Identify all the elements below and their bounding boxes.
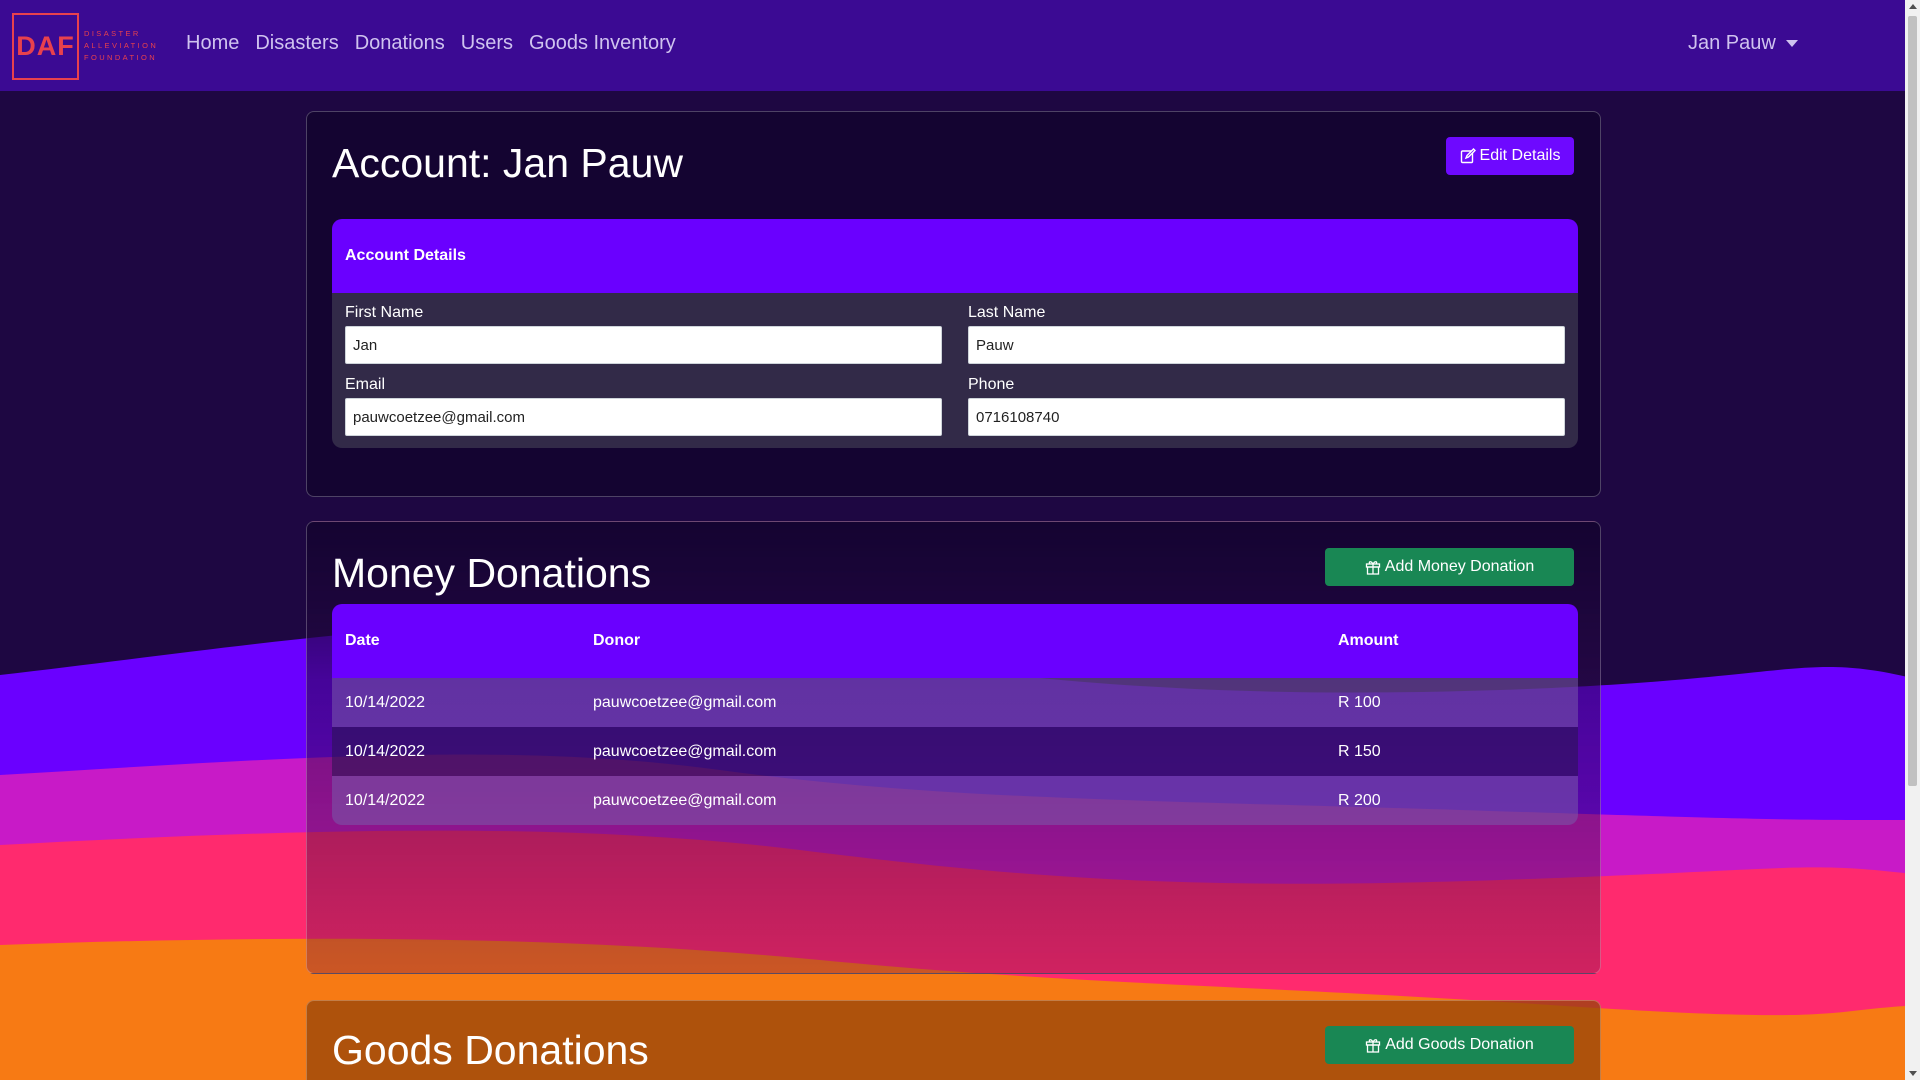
logo-word-2: ALLEVIATION — [84, 41, 159, 50]
nav-links: Home Disasters Donations Users Goods Inv… — [186, 32, 676, 55]
add-money-donation-label: Add Money Donation — [1384, 558, 1535, 575]
column-header-amount: Amount — [1325, 604, 1578, 678]
nav-link-users[interactable]: Users — [461, 32, 513, 55]
phone-input[interactable] — [968, 398, 1565, 436]
brand-logo[interactable]: DAF DISASTER ALLEVIATION FOUNDATION — [12, 12, 160, 80]
logo-letters: DAF — [12, 12, 79, 80]
nav-link-disasters[interactable]: Disasters — [255, 32, 338, 55]
table-row[interactable]: 10/14/2022 pauwcoetzee@gmail.com R 100 — [332, 678, 1578, 727]
edit-details-label: Edit Details — [1479, 147, 1561, 164]
cell-amount: R 150 — [1325, 727, 1578, 776]
account-card: Account: Jan Pauw Edit Details Account D… — [306, 111, 1601, 497]
first-name-input[interactable] — [345, 326, 942, 364]
table-row[interactable]: 10/14/2022 pauwcoetzee@gmail.com R 150 — [332, 727, 1578, 776]
last-name-group: Last Name — [968, 304, 1565, 364]
cell-donor: pauwcoetzee@gmail.com — [580, 678, 1325, 727]
table-row[interactable]: 10/14/2022 pauwcoetzee@gmail.com R 200 — [332, 776, 1578, 825]
logo-word-1: DISASTER — [84, 29, 141, 38]
money-donations-card: Money Donations Add Money Donation Date … — [306, 521, 1601, 974]
cell-date: 10/14/2022 — [332, 678, 580, 727]
nav-link-goods-inventory[interactable]: Goods Inventory — [529, 32, 676, 55]
nav-link-home[interactable]: Home — [186, 32, 239, 55]
top-navbar: DAF DISASTER ALLEVIATION FOUNDATION Home… — [0, 0, 1905, 91]
money-donations-table-wrap: Date Donor Amount 10/14/2022 pauwcoetzee… — [332, 604, 1578, 825]
first-name-group: First Name — [345, 304, 942, 364]
email-input[interactable] — [345, 398, 942, 436]
scroll-down-icon[interactable] — [1909, 1071, 1917, 1076]
edit-icon — [1460, 148, 1476, 164]
edit-details-button[interactable]: Edit Details — [1446, 137, 1574, 175]
nav-link-donations[interactable]: Donations — [355, 32, 445, 55]
page-scrollbar[interactable] — [1905, 0, 1920, 1080]
contact-row: Email Phone — [345, 376, 1565, 436]
gift-icon — [1365, 561, 1380, 575]
scroll-up-icon[interactable] — [1909, 4, 1917, 9]
cell-amount: R 200 — [1325, 776, 1578, 825]
goods-donations-card: Goods Donations Add Goods Donation — [306, 1000, 1601, 1080]
column-header-date: Date — [332, 604, 580, 678]
user-menu-dropdown[interactable]: Jan Pauw — [1688, 32, 1798, 55]
last-name-input[interactable] — [968, 326, 1565, 364]
email-group: Email — [345, 376, 942, 436]
cell-amount: R 100 — [1325, 678, 1578, 727]
add-goods-donation-label: Add Goods Donation — [1385, 1036, 1534, 1053]
email-label: Email — [345, 376, 386, 393]
account-details-panel: Account Details First Name Last Name Ema… — [332, 219, 1578, 448]
money-donations-title: Money Donations — [332, 550, 652, 596]
phone-label: Phone — [968, 376, 1015, 393]
cell-donor: pauwcoetzee@gmail.com — [580, 727, 1325, 776]
account-details-body: First Name Last Name Email Phone — [332, 293, 1578, 448]
logo-word-3: FOUNDATION — [84, 53, 158, 62]
account-title: Account: Jan Pauw — [332, 140, 683, 186]
first-name-label: First Name — [345, 304, 424, 321]
gift-icon — [1366, 1039, 1381, 1053]
money-donations-table: Date Donor Amount 10/14/2022 pauwcoetzee… — [332, 604, 1578, 825]
add-goods-donation-button[interactable]: Add Goods Donation — [1325, 1026, 1574, 1064]
logo-words: DISASTER ALLEVIATION FOUNDATION — [84, 28, 158, 64]
add-money-donation-button[interactable]: Add Money Donation — [1325, 548, 1574, 586]
user-menu-label: Jan Pauw — [1688, 32, 1776, 54]
cell-donor: pauwcoetzee@gmail.com — [580, 776, 1325, 825]
table-header-row: Date Donor Amount — [332, 604, 1578, 678]
name-row: First Name Last Name — [345, 304, 1565, 364]
caret-down-icon — [1785, 40, 1798, 47]
phone-group: Phone — [968, 376, 1565, 436]
column-header-donor: Donor — [580, 604, 1325, 678]
scrollbar-thumb[interactable] — [1908, 16, 1917, 786]
cell-date: 10/14/2022 — [332, 776, 580, 825]
goods-donations-title: Goods Donations — [332, 1027, 649, 1073]
account-details-header: Account Details — [332, 219, 1578, 293]
last-name-label: Last Name — [968, 304, 1046, 321]
cell-date: 10/14/2022 — [332, 727, 580, 776]
